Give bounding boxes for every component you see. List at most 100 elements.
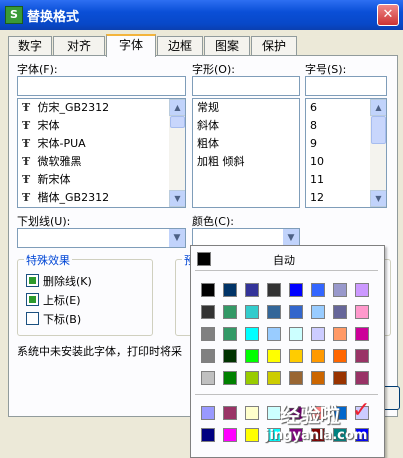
effects-title: 特殊效果 — [24, 252, 72, 268]
color-swatch[interactable] — [311, 305, 325, 319]
color-swatch[interactable] — [333, 349, 347, 363]
size-list-scrollbar[interactable]: ▲ ▼ — [370, 99, 386, 207]
tab-alignment[interactable]: 对齐 — [53, 36, 105, 55]
superscript-label[interactable]: 上标(E) — [43, 292, 81, 308]
truetype-icon: Ŧ — [22, 137, 31, 150]
scroll-down-icon[interactable]: ▼ — [169, 190, 185, 207]
strikethrough-label[interactable]: 删除线(K) — [43, 273, 92, 289]
color-swatch[interactable] — [289, 327, 303, 341]
color-swatch[interactable] — [201, 428, 215, 442]
font-list-item[interactable]: Ŧ 宋体 — [18, 117, 185, 135]
color-swatch[interactable] — [355, 349, 369, 363]
color-swatch[interactable] — [267, 283, 281, 297]
underline-label: 下划线(U): — [17, 215, 71, 228]
color-swatch[interactable] — [267, 349, 281, 363]
color-swatch[interactable] — [245, 283, 259, 297]
color-swatch[interactable] — [289, 371, 303, 385]
font-list-item[interactable]: Ŧ 仿宋_GB2312 — [18, 99, 185, 117]
subscript-checkbox[interactable] — [26, 312, 39, 325]
style-list-item[interactable]: 常规 — [193, 99, 299, 117]
color-swatch[interactable] — [267, 371, 281, 385]
color-swatch[interactable] — [267, 406, 281, 420]
color-swatch[interactable] — [289, 305, 303, 319]
effects-group: 特殊效果 删除线(K) 上标(E) 下标(B) — [17, 252, 153, 336]
color-swatch[interactable] — [355, 327, 369, 341]
chevron-down-icon[interactable]: ▼ — [169, 229, 185, 247]
tab-number[interactable]: 数字 — [8, 36, 52, 55]
color-swatch[interactable] — [311, 283, 325, 297]
scroll-thumb[interactable] — [170, 116, 185, 128]
color-swatch[interactable] — [289, 283, 303, 297]
color-swatch[interactable] — [355, 371, 369, 385]
color-swatch[interactable] — [267, 305, 281, 319]
strikethrough-checkbox[interactable] — [26, 274, 39, 287]
style-input[interactable] — [192, 76, 300, 96]
color-swatch[interactable] — [201, 406, 215, 420]
color-swatch[interactable] — [355, 305, 369, 319]
color-swatch[interactable] — [223, 428, 237, 442]
color-swatch[interactable] — [245, 428, 259, 442]
color-swatch[interactable] — [267, 327, 281, 341]
size-input[interactable] — [305, 76, 387, 96]
scroll-up-icon[interactable]: ▲ — [169, 99, 185, 116]
scroll-thumb[interactable] — [371, 116, 386, 144]
color-swatch[interactable] — [245, 371, 259, 385]
color-swatch[interactable] — [333, 305, 347, 319]
color-swatch[interactable] — [333, 371, 347, 385]
scroll-down-icon[interactable]: ▼ — [370, 190, 386, 207]
color-swatch[interactable] — [223, 406, 237, 420]
style-label: 字形(O): — [192, 63, 235, 76]
color-swatch[interactable] — [333, 327, 347, 341]
tab-protection[interactable]: 保护 — [251, 36, 297, 55]
color-swatch[interactable] — [223, 283, 237, 297]
style-list-item[interactable]: 斜体 — [193, 117, 299, 135]
color-swatch[interactable] — [201, 327, 215, 341]
truetype-icon: Ŧ — [22, 101, 31, 114]
font-list[interactable]: Ŧ 仿宋_GB2312 Ŧ 宋体 Ŧ 宋体-PUA Ŧ 微软雅黑 Ŧ 新宋体 Ŧ… — [17, 98, 186, 208]
color-swatch[interactable] — [289, 349, 303, 363]
superscript-checkbox[interactable] — [26, 293, 39, 306]
color-swatch[interactable] — [311, 349, 325, 363]
title-bar: S 替换格式 ✕ — [0, 0, 403, 30]
color-swatch[interactable] — [201, 283, 215, 297]
color-label: 颜色(C): — [192, 215, 234, 228]
style-list-item[interactable]: 加粗 倾斜 — [193, 153, 299, 171]
color-swatch[interactable] — [201, 349, 215, 363]
color-swatch[interactable] — [311, 327, 325, 341]
font-list-scrollbar[interactable]: ▲ ▼ — [169, 99, 185, 207]
divider — [195, 270, 378, 271]
font-input[interactable] — [17, 76, 186, 96]
color-swatch[interactable] — [223, 371, 237, 385]
color-swatch[interactable] — [201, 305, 215, 319]
color-swatch[interactable] — [355, 283, 369, 297]
font-list-item[interactable]: Ŧ 新宋体 — [18, 171, 185, 189]
underline-select[interactable]: ▼ — [17, 228, 186, 248]
style-list[interactable]: 常规 斜体 粗体 加粗 倾斜 — [192, 98, 300, 208]
truetype-icon: Ŧ — [22, 191, 31, 204]
auto-color-swatch[interactable] — [197, 252, 211, 266]
font-list-item[interactable]: Ŧ 微软雅黑 — [18, 153, 185, 171]
size-list[interactable]: 6 8 9 10 11 12 ▲ ▼ — [305, 98, 387, 208]
truetype-icon: Ŧ — [22, 119, 31, 132]
color-swatch[interactable] — [201, 371, 215, 385]
scroll-up-icon[interactable]: ▲ — [370, 99, 386, 116]
color-swatch[interactable] — [245, 305, 259, 319]
close-button[interactable]: ✕ — [377, 4, 399, 26]
color-swatch[interactable] — [223, 327, 237, 341]
color-swatch[interactable] — [245, 406, 259, 420]
tab-border[interactable]: 边框 — [157, 36, 203, 55]
tab-font[interactable]: 字体 — [106, 34, 156, 57]
color-swatch[interactable] — [333, 283, 347, 297]
color-swatch[interactable] — [223, 349, 237, 363]
color-swatch[interactable] — [245, 349, 259, 363]
font-list-item[interactable]: Ŧ 楷体_GB2312 — [18, 189, 185, 207]
style-list-item[interactable]: 粗体 — [193, 135, 299, 153]
tab-pattern[interactable]: 图案 — [204, 36, 250, 55]
auto-color-label[interactable]: 自动 — [273, 252, 295, 268]
color-swatch[interactable] — [311, 371, 325, 385]
font-list-item[interactable]: Ŧ 宋体-PUA — [18, 135, 185, 153]
color-swatch[interactable] — [245, 327, 259, 341]
color-swatch[interactable] — [223, 305, 237, 319]
subscript-label[interactable]: 下标(B) — [43, 311, 81, 327]
watermark-brand: 经验啦 — [280, 403, 340, 427]
